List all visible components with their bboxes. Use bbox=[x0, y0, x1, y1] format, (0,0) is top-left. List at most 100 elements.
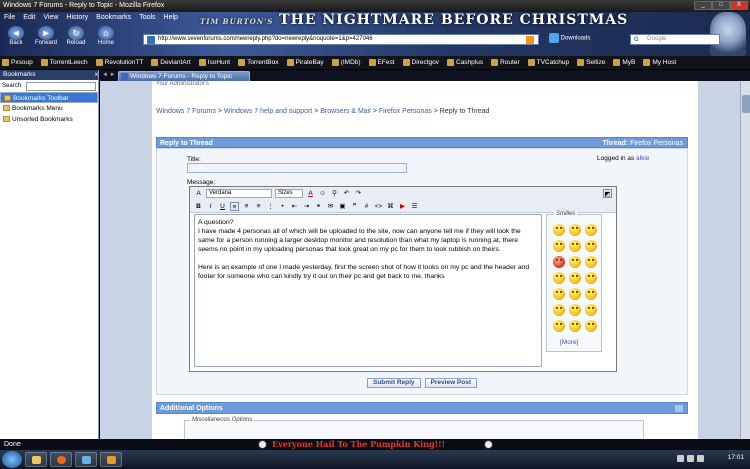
bookmark-item[interactable]: PirateBay bbox=[286, 58, 324, 66]
collapse-icon[interactable] bbox=[675, 405, 683, 412]
angel-icon[interactable] bbox=[569, 304, 581, 316]
bookmark-item[interactable]: Router bbox=[491, 58, 520, 66]
tray-icon[interactable] bbox=[677, 455, 684, 462]
taskbar-firefox[interactable] bbox=[50, 452, 72, 467]
title-input[interactable] bbox=[187, 163, 407, 173]
rss-icon[interactable] bbox=[526, 36, 534, 44]
tray-icon[interactable] bbox=[687, 455, 694, 462]
minimize-button[interactable]: _ bbox=[694, 1, 712, 10]
whistle-icon[interactable] bbox=[569, 320, 581, 332]
spoiler-icon[interactable]: ☰ bbox=[410, 202, 419, 211]
tab-active[interactable]: Windows 7 Forums - Reply to Topic bbox=[118, 71, 250, 81]
bookmark-item[interactable]: TorrentLeech bbox=[40, 58, 88, 66]
bookmark-item[interactable]: IsoHunt bbox=[198, 58, 230, 66]
bookmark-item[interactable]: TVCatchup bbox=[527, 58, 569, 66]
sidebar-close-icon[interactable]: x bbox=[95, 70, 98, 80]
bookmark-item[interactable]: EFest bbox=[368, 58, 395, 66]
menu-edit[interactable]: Edit bbox=[19, 13, 39, 23]
maximize-button[interactable]: □ bbox=[712, 1, 730, 10]
font-select[interactable]: Verdana bbox=[206, 189, 272, 198]
cry-icon[interactable] bbox=[585, 272, 597, 284]
indent-icon[interactable]: ⇥ bbox=[302, 202, 311, 211]
email-icon[interactable]: ✉ bbox=[326, 202, 335, 211]
home-button[interactable]: ⌂ Home bbox=[94, 26, 118, 46]
search-input[interactable]: G Google bbox=[630, 34, 720, 45]
link-icon[interactable]: ⚭ bbox=[314, 202, 323, 211]
bookmark-item[interactable]: Cashplus bbox=[447, 58, 483, 66]
devil-icon[interactable] bbox=[553, 320, 565, 332]
bookmark-item[interactable]: Sellize bbox=[577, 58, 605, 66]
preview-post-button[interactable]: Preview Post bbox=[424, 378, 478, 388]
taskbar-app[interactable] bbox=[100, 452, 122, 467]
laugh-icon[interactable] bbox=[553, 272, 565, 284]
menu-file[interactable]: File bbox=[0, 13, 19, 23]
bookmark-item[interactable]: Pxsoup bbox=[2, 58, 33, 66]
attach-icon[interactable]: ⚲ bbox=[330, 189, 339, 198]
thread-name-link[interactable]: Firefox Personas bbox=[630, 140, 683, 147]
reload-button[interactable]: ↻ Reload bbox=[64, 26, 88, 46]
font-color-icon[interactable]: A bbox=[306, 189, 315, 198]
username-link[interactable]: alkie bbox=[636, 155, 649, 162]
grin-icon[interactable] bbox=[585, 224, 597, 236]
bookmark-item[interactable]: RevolutionTT bbox=[95, 58, 143, 66]
volume-icon[interactable] bbox=[697, 455, 704, 462]
breadcrumb-link[interactable]: Windows 7 Forums bbox=[156, 108, 216, 115]
back-button[interactable]: ◄ Back bbox=[4, 26, 28, 46]
menu-history[interactable]: History bbox=[62, 13, 92, 23]
roll-eyes-icon[interactable] bbox=[569, 272, 581, 284]
taskbar-clock[interactable]: 17:01 bbox=[728, 454, 744, 461]
bold-button[interactable]: B bbox=[194, 202, 203, 211]
redo-icon[interactable]: ↷ bbox=[354, 189, 363, 198]
forward-button[interactable]: ► Forward bbox=[34, 26, 58, 46]
align-right-icon[interactable]: ≡ bbox=[254, 202, 263, 211]
shades-icon[interactable] bbox=[585, 304, 597, 316]
cool-icon[interactable] bbox=[569, 256, 581, 268]
sleep-icon[interactable] bbox=[569, 288, 581, 300]
unordered-list-icon[interactable]: • bbox=[278, 202, 287, 211]
bookmark-item[interactable]: (IMDb) bbox=[331, 58, 361, 66]
italic-button[interactable]: I bbox=[206, 202, 215, 211]
message-textarea[interactable]: A question? I have made 4 personas all of… bbox=[194, 214, 542, 367]
html-icon[interactable]: <> bbox=[374, 202, 383, 211]
undo-icon[interactable]: ↶ bbox=[342, 189, 351, 198]
taskbar-explorer[interactable] bbox=[25, 452, 47, 467]
scrollbar-thumb[interactable] bbox=[742, 95, 750, 113]
underline-button[interactable]: U bbox=[218, 202, 227, 211]
smile-icon[interactable] bbox=[553, 224, 565, 236]
code-icon[interactable]: # bbox=[362, 202, 371, 211]
bookmark-item[interactable]: Directgov bbox=[402, 58, 439, 66]
size-select[interactable]: Sizes bbox=[275, 189, 303, 198]
more-smilies-link[interactable]: [More] bbox=[560, 339, 578, 346]
align-left-icon[interactable]: ≡ bbox=[230, 201, 239, 211]
menu-view[interactable]: View bbox=[39, 13, 62, 23]
sick-icon[interactable] bbox=[585, 288, 597, 300]
thinking-icon[interactable] bbox=[553, 304, 565, 316]
ordered-list-icon[interactable]: ⋮ bbox=[266, 202, 275, 211]
bookmark-item[interactable]: TorrentBox bbox=[238, 58, 279, 66]
tongue-icon[interactable] bbox=[585, 240, 597, 252]
frown-icon[interactable] bbox=[569, 240, 581, 252]
switch-mode-icon[interactable]: ◩ bbox=[603, 189, 612, 198]
confused-icon[interactable] bbox=[553, 240, 565, 252]
start-button[interactable] bbox=[2, 451, 22, 468]
align-center-icon[interactable]: ≡ bbox=[242, 202, 251, 211]
menu-help[interactable]: Help bbox=[160, 13, 182, 23]
menu-bookmarks[interactable]: Bookmarks bbox=[92, 13, 135, 23]
tab-scroll-arrows[interactable]: ◄ ► bbox=[102, 72, 116, 78]
wink-icon[interactable] bbox=[569, 224, 581, 236]
remove-format-icon[interactable]: A bbox=[194, 189, 203, 198]
shy-icon[interactable] bbox=[553, 288, 565, 300]
bookmark-item[interactable]: MyB bbox=[613, 58, 635, 66]
page-scrollbar[interactable] bbox=[740, 81, 750, 439]
image-icon[interactable]: ▣ bbox=[338, 202, 347, 211]
breadcrumb-link[interactable]: Firefox Personas bbox=[379, 108, 432, 115]
sidebar-item-bookmarks-menu[interactable]: Bookmarks Menu bbox=[0, 103, 98, 114]
shrug-icon[interactable] bbox=[585, 320, 597, 332]
sidebar-item-bookmarks-toolbar[interactable]: Bookmarks Toolbar bbox=[0, 92, 98, 103]
bookmark-item[interactable]: My Host bbox=[643, 58, 676, 66]
php-icon[interactable]: ⌘ bbox=[386, 202, 395, 211]
breadcrumb-link[interactable]: Windows 7 help and support bbox=[224, 108, 312, 115]
downloads-button[interactable]: Downloads bbox=[549, 33, 590, 43]
mad-icon[interactable] bbox=[553, 256, 565, 268]
close-button[interactable]: X bbox=[730, 1, 748, 10]
